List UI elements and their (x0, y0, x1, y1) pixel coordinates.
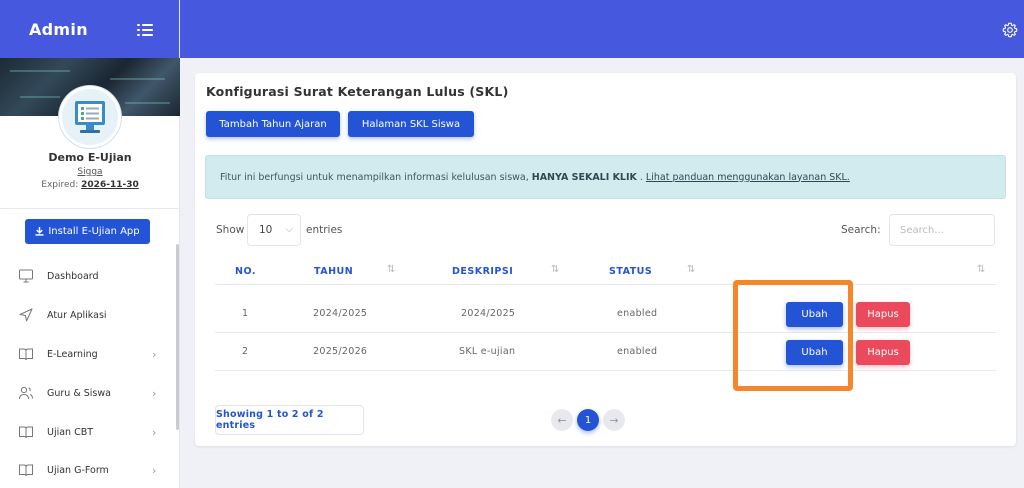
avatar (59, 86, 121, 148)
previous-page-button[interactable]: ← (551, 409, 573, 431)
sort-icon[interactable]: ⇅ (551, 264, 559, 275)
cell-deskripsi: SKL e-ujian (459, 346, 516, 357)
info-alert: Fitur ini berfungsi untuk menampilkan in… (205, 155, 1006, 199)
column-header-tahun[interactable]: TAHUN (314, 266, 353, 277)
chevron-right-icon: › (152, 425, 157, 439)
chevron-down-icon: ⌵ (285, 224, 293, 235)
expired-label: Expired: (41, 180, 79, 190)
sidebar-item-e-learning[interactable]: E-Learning › (0, 339, 176, 369)
user-name: Demo E-Ujian (48, 151, 132, 164)
chevron-right-icon: › (152, 386, 157, 400)
sidebar-item-label: E-Learning (47, 348, 98, 360)
sidebar-item-label: Guru & Siswa (47, 387, 111, 399)
next-page-button[interactable]: → (603, 409, 625, 431)
expiry-info: Expired: 2026-11-30 (0, 180, 180, 190)
chevron-right-icon: › (152, 347, 157, 361)
page-1-button[interactable]: 1 (577, 409, 599, 431)
brand-title: Admin (29, 19, 88, 39)
cell-deskripsi: 2024/2025 (461, 308, 516, 319)
delete-button[interactable]: Hapus (856, 340, 910, 365)
cell-status: enabled (617, 308, 658, 319)
highlight-annotation (733, 280, 853, 391)
sort-icon[interactable]: ⇅ (687, 264, 695, 275)
cell-tahun: 2025/2026 (313, 346, 368, 357)
add-academic-year-button[interactable]: Tambah Tahun Ajaran (206, 111, 340, 137)
install-app-label: Install E-Ujian App (48, 226, 140, 237)
entries-label: entries (306, 224, 343, 236)
sidebar-scrollbar[interactable] (176, 244, 179, 430)
alert-dot: . (639, 171, 643, 183)
table-header: NO. TAHUN ⇅ DESKRIPSI ⇅ STATUS ⇅ ⇅ (215, 259, 996, 285)
users-icon (19, 386, 33, 400)
brand-bar: Admin (0, 0, 179, 58)
skl-config-card: Konfigurasi Surat Keterangan Lulus (SKL)… (195, 73, 1016, 446)
search-label: Search: (841, 224, 881, 236)
page-size-value: 10 (259, 224, 273, 236)
alert-bold-text: HANYA SEKALI KLIK (531, 171, 637, 183)
sidebar-item-ujian-g-form[interactable]: Ujian G-Form › (0, 455, 176, 485)
sidebar-item-ujian-cbt[interactable]: Ujian CBT › (0, 417, 176, 447)
table-row: 1 2024/2025 2024/2025 enabled Ubah Hapus (215, 295, 996, 333)
monitor-icon (19, 269, 33, 283)
sidebar-item-label: Dashboard (47, 270, 99, 282)
topbar (180, 0, 1024, 58)
alert-text: Fitur ini berfungsi untuk menampilkan in… (220, 171, 529, 183)
hamburger-icon[interactable] (137, 24, 153, 36)
show-label: Show (216, 224, 245, 236)
page-size-select[interactable]: 10 ⌵ (247, 214, 301, 246)
column-header-deskripsi[interactable]: DESKRIPSI (452, 266, 513, 277)
sidebar-item-label: Ujian CBT (47, 426, 94, 438)
sidebar-item-label: Atur Aplikasi (47, 309, 107, 321)
send-icon (19, 308, 33, 322)
sort-icon[interactable]: ⇅ (387, 264, 395, 275)
column-header-no[interactable]: NO. (235, 266, 256, 277)
book-icon (19, 426, 33, 439)
sidebar-item-label: Ujian G-Form (47, 464, 109, 476)
cell-status: enabled (617, 346, 658, 357)
sort-icon[interactable]: ⇅ (977, 264, 985, 275)
table-row: 2 2025/2026 SKL e-ujian enabled Ubah Hap… (215, 333, 996, 371)
gear-icon[interactable] (1002, 22, 1018, 38)
chevron-right-icon: › (152, 463, 157, 477)
delete-button[interactable]: Hapus (856, 302, 910, 327)
book-icon (19, 348, 33, 361)
book-icon (19, 464, 33, 477)
skl-student-page-button[interactable]: Halaman SKL Siswa (348, 111, 474, 137)
cell-tahun: 2024/2025 (313, 308, 368, 319)
cell-no: 2 (242, 346, 249, 357)
cell-no: 1 (242, 308, 249, 319)
expired-date: 2026-11-30 (81, 180, 139, 190)
divider (0, 208, 180, 209)
sidebar: Admin Demo E-Ujian Sigga Expired: 2026-1… (0, 0, 180, 488)
guide-link[interactable]: Lihat panduan menggunakan layanan SKL. (646, 172, 850, 183)
column-header-status[interactable]: STATUS (609, 266, 652, 277)
install-app-button[interactable]: Install E-Ujian App (25, 219, 150, 244)
pagination-info: Showing 1 to 2 of 2 entries (215, 405, 364, 435)
sidebar-item-dashboard[interactable]: Dashboard (0, 261, 176, 291)
username-link[interactable]: Sigga (0, 167, 180, 177)
download-icon (35, 227, 44, 236)
search-input[interactable] (889, 214, 995, 246)
page-title: Konfigurasi Surat Keterangan Lulus (SKL) (206, 84, 509, 99)
sidebar-item-guru-siswa[interactable]: Guru & Siswa › (0, 378, 176, 408)
sidebar-item-atur-aplikasi[interactable]: Atur Aplikasi (0, 300, 176, 330)
